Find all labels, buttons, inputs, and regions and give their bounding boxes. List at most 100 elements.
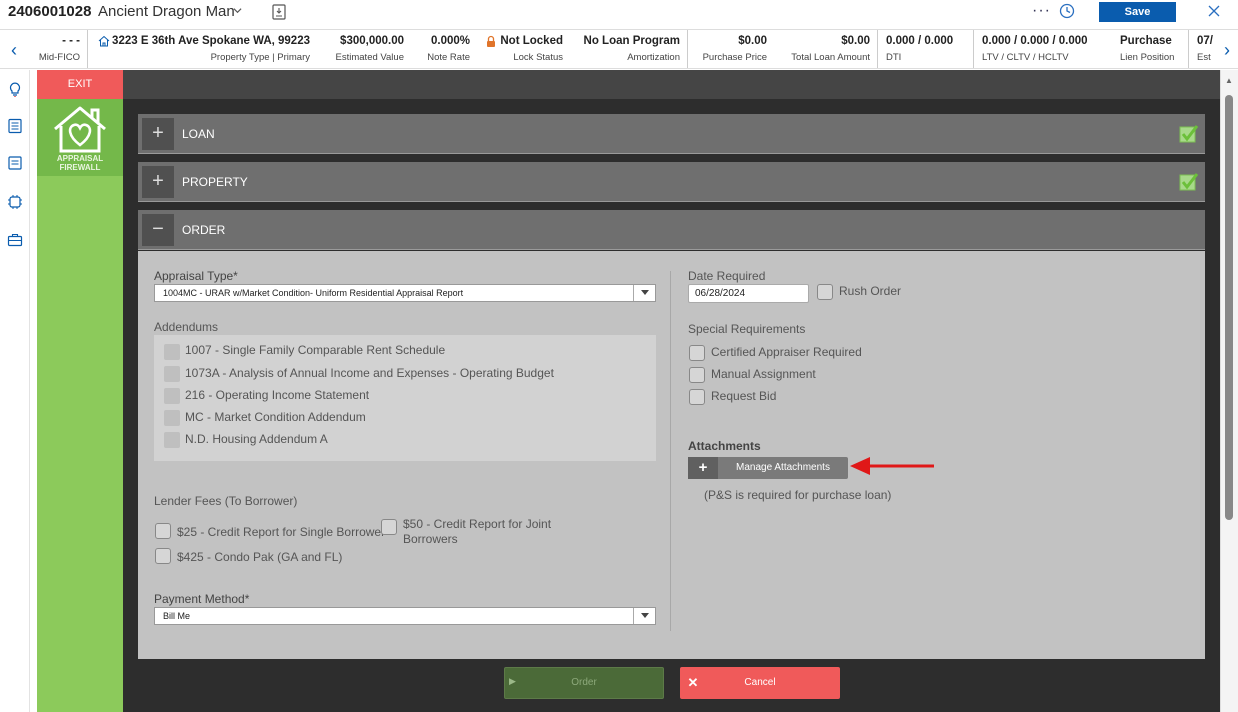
close-icon[interactable]	[1207, 4, 1221, 18]
summary-value: 0.000 / 0.000 / 0.000	[982, 35, 1088, 47]
clipboard-icon[interactable]	[7, 118, 23, 134]
section-order[interactable]: − ORDER	[138, 210, 1205, 250]
manual-assignment-label: Manual Assignment	[711, 367, 816, 381]
date-required-input[interactable]: 06/28/2024	[688, 284, 809, 303]
order-label: Order	[571, 677, 597, 688]
summary-value: 3223 E 36th Ave Spokane WA, 99223	[112, 35, 310, 47]
summary-value: Not Locked	[500, 35, 563, 47]
summary-value: - - -	[62, 35, 80, 47]
chip-icon[interactable]	[7, 194, 23, 210]
payment-method-value: Bill Me	[163, 611, 191, 621]
column-divider	[670, 271, 671, 631]
dropdown-caret-icon[interactable]	[633, 285, 655, 301]
collapse-minus-icon[interactable]: −	[142, 214, 174, 246]
loan-summary-strip: ‹ - - - Mid-FICO 3223 E 36th Ave Spokane…	[0, 29, 1238, 69]
lender-fees-label: Lender Fees (To Borrower)	[154, 494, 298, 508]
exit-button[interactable]: EXIT	[37, 70, 123, 99]
summary-lock-status[interactable]: Not Locked Lock Status	[477, 30, 570, 68]
summary-label: Purchase Price	[702, 52, 767, 63]
section-label: ORDER	[182, 223, 226, 237]
summary-label: Lien Position	[1120, 52, 1175, 63]
addendum-checkbox[interactable]	[164, 410, 180, 426]
home-icon	[98, 35, 110, 47]
date-required-label: Date Required	[688, 269, 766, 283]
section-property[interactable]: + PROPERTY	[138, 162, 1205, 202]
logo-line-2: FIREWALL	[59, 163, 101, 172]
summary-label: Note Rate	[427, 52, 470, 63]
addendum-label: N.D. Housing Addendum A	[185, 432, 328, 446]
appraisal-firewall-logo: APPRAISAL FIREWALL	[37, 99, 123, 176]
summary-value: $0.00	[738, 35, 767, 47]
app-window: 2406001028 Ancient Dragon Man ··· Save ‹…	[0, 0, 1238, 712]
summary-label: Lock Status	[513, 52, 563, 63]
lock-icon	[487, 35, 495, 47]
lightbulb-icon[interactable]	[7, 81, 23, 97]
dropdown-caret-icon[interactable]	[633, 608, 655, 624]
logo-line-1: APPRAISAL	[56, 154, 104, 163]
plus-icon: +	[688, 457, 718, 479]
logo-wordmark: APPRAISAL FIREWALL	[37, 154, 123, 172]
cancel-button[interactable]: ✕ Cancel	[680, 667, 840, 699]
appraisal-type-value: 1004MC - URAR w/Market Condition- Unifor…	[163, 288, 464, 298]
summary-label: DTI	[886, 52, 902, 63]
summary-value: $300,000.00	[340, 35, 404, 47]
attachments-note: (P&S is required for purchase loan)	[704, 488, 892, 502]
addendum-label: 216 - Operating Income Statement	[185, 388, 370, 402]
summary-label: Mid-FICO	[38, 52, 80, 63]
more-options-icon[interactable]: ···	[1032, 2, 1051, 20]
vertical-scrollbar[interactable]: ▲	[1220, 70, 1238, 712]
addendum-label: 1073A - Analysis of Annual Income and Ex…	[185, 366, 554, 380]
briefcase-icon[interactable]	[7, 232, 23, 248]
summary-label: Estimated Value	[335, 52, 404, 63]
certified-appraiser-label: Certified Appraiser Required	[711, 345, 862, 359]
summary-property[interactable]: 3223 E 36th Ave Spokane WA, 99223 Proper…	[88, 30, 317, 68]
summary-amortization: No Loan Program Amortization	[570, 30, 688, 68]
addendum-checkbox[interactable]	[164, 344, 180, 360]
addendum-checkbox[interactable]	[164, 366, 180, 382]
summary-value: 07/	[1197, 35, 1213, 47]
summary-value: $0.00	[841, 35, 870, 47]
fee-condo-checkbox[interactable]	[155, 548, 171, 564]
manual-assignment-checkbox[interactable]	[689, 367, 705, 383]
appraisal-firewall-sidebar: EXIT APPRAISAL FIREWALL	[37, 70, 123, 712]
cancel-label: Cancel	[744, 677, 776, 688]
red-arrow-annotation-icon	[850, 457, 934, 475]
summary-value: No Loan Program	[583, 35, 680, 47]
section-label: PROPERTY	[182, 175, 248, 189]
summary-lien-position: Purchase Lien Position	[1112, 30, 1189, 68]
chevron-down-icon[interactable]	[233, 6, 242, 15]
manage-attachments-button[interactable]: + Manage Attachments	[688, 457, 848, 479]
addendum-checkbox[interactable]	[164, 432, 180, 448]
rush-order-checkbox[interactable]	[817, 284, 833, 300]
summary-dti: 0.000 / 0.000 DTI	[878, 30, 974, 68]
request-bid-checkbox[interactable]	[689, 389, 705, 405]
summary-label: Total Loan Amount	[791, 52, 870, 63]
checklist-icon[interactable]	[7, 155, 23, 171]
special-requirements-label: Special Requirements	[688, 322, 806, 336]
attachments-label: Attachments	[688, 439, 761, 453]
fee-credit-joint-label: $50 - Credit Report for Joint	[403, 517, 552, 531]
scroll-up-arrow-icon[interactable]: ▲	[1225, 76, 1233, 85]
addendums-list: 1007 - Single Family Comparable Rent Sch…	[154, 335, 656, 461]
section-loan[interactable]: + LOAN	[138, 114, 1205, 154]
appraisal-type-select[interactable]: 1004MC - URAR w/Market Condition- Unifor…	[154, 284, 656, 302]
borrower-name[interactable]: Ancient Dragon Man	[98, 3, 235, 20]
expand-plus-icon[interactable]: +	[142, 118, 174, 150]
summary-est: 07/ Est	[1189, 30, 1221, 68]
fee-credit-single-checkbox[interactable]	[155, 523, 171, 539]
order-button[interactable]: ▶ Order	[504, 667, 664, 699]
expand-plus-icon[interactable]: +	[142, 166, 174, 198]
addendum-checkbox[interactable]	[164, 388, 180, 404]
fee-condo-label: $425 - Condo Pak (GA and FL)	[177, 550, 343, 564]
document-icon[interactable]	[272, 4, 286, 20]
chevron-right-icon[interactable]: ›	[1224, 40, 1230, 61]
certified-appraiser-checkbox[interactable]	[689, 345, 705, 361]
summary-note-rate: 0.000% Note Rate	[411, 30, 477, 68]
history-clock-icon[interactable]	[1059, 3, 1075, 19]
fee-credit-joint-checkbox[interactable]	[381, 519, 397, 535]
chevron-left-icon[interactable]: ‹	[11, 40, 17, 61]
save-button[interactable]: Save	[1099, 2, 1176, 22]
scrollbar-thumb[interactable]	[1225, 95, 1233, 520]
payment-method-select[interactable]: Bill Me	[154, 607, 656, 625]
order-panel: Appraisal Type* 1004MC - URAR w/Market C…	[138, 251, 1205, 659]
